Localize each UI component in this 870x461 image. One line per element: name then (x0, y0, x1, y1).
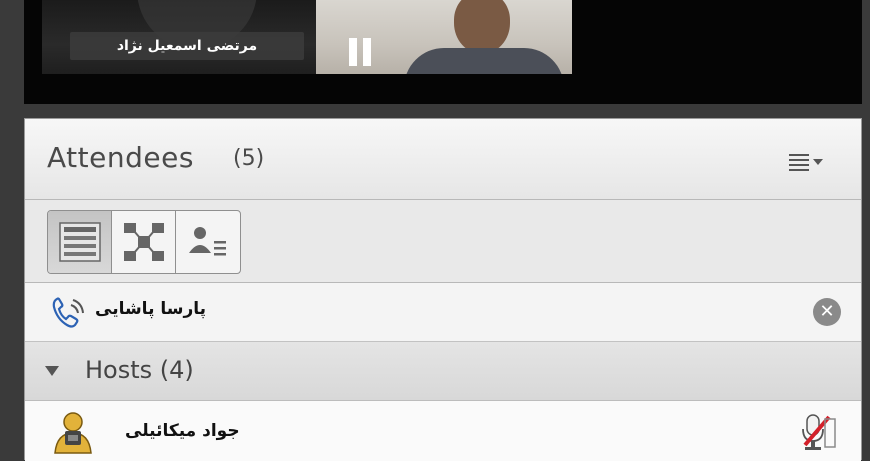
phone-participant-row[interactable]: پارسا پاشایی ✕ (25, 283, 861, 342)
phone-icon (52, 297, 84, 328)
phone-participant-name: پارسا پاشایی (95, 299, 207, 319)
menu-lines-icon (789, 153, 809, 171)
video-tile-1[interactable]: مرتضی اسمعیل نژاد (42, 0, 318, 74)
host-avatar-icon (54, 412, 92, 454)
breakout-view-icon (123, 223, 164, 261)
hosts-section-header[interactable]: Hosts (4) (25, 342, 861, 401)
pod-options-menu[interactable] (789, 149, 835, 175)
pod-header: Attendees (5) (25, 119, 861, 200)
host-name: جواد میکائیلی (125, 421, 240, 441)
video-person-head (454, 0, 510, 54)
attendee-status-view-icon (189, 227, 226, 256)
microphone-muted-icon[interactable] (799, 411, 839, 453)
view-button-group (47, 210, 241, 274)
view-toolbar (25, 200, 861, 283)
host-row[interactable]: جواد میکائیلی (25, 401, 861, 461)
chevron-down-icon (813, 159, 823, 165)
disclosure-triangle-icon[interactable] (45, 366, 59, 376)
attendee-status-view-button[interactable] (176, 211, 240, 273)
pause-icon[interactable] (346, 38, 374, 66)
video-tile-2[interactable] (316, 0, 572, 74)
video-person-body (404, 48, 564, 74)
hosts-section-label: Hosts (4) (85, 356, 194, 384)
close-circle-icon[interactable]: ✕ (813, 298, 841, 326)
video-name-label: مرتضی اسمعیل نژاد (70, 32, 304, 60)
pod-title: Attendees (47, 141, 194, 174)
video-pod: مرتضی اسمعیل نژاد (24, 0, 862, 104)
attendees-pod: Attendees (5) پارسا پاشایی ✕ Hosts (4) ج… (24, 118, 862, 461)
attendee-count: (5) (233, 146, 265, 171)
list-view-icon (58, 222, 101, 262)
breakout-view-button[interactable] (112, 211, 176, 273)
list-view-button[interactable] (48, 211, 112, 273)
